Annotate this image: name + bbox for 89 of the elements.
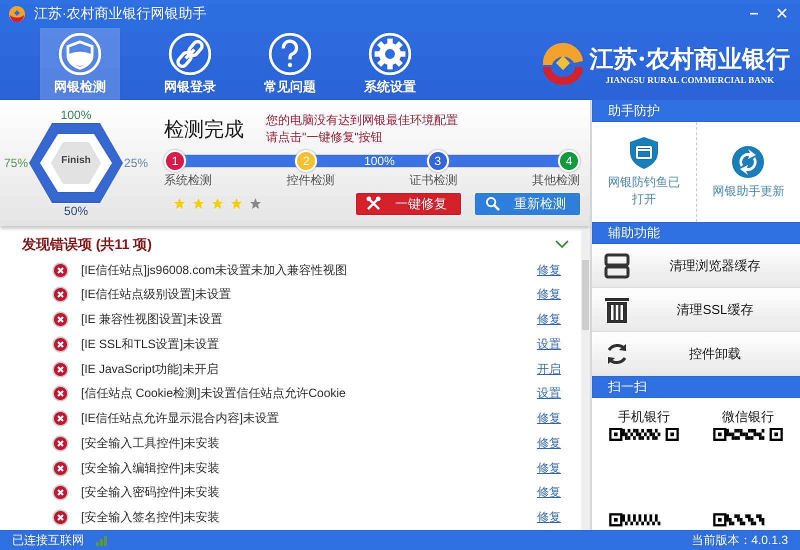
error-icon — [52, 484, 69, 502]
action-link[interactable]: 修复 — [537, 460, 561, 477]
error-icon — [52, 509, 69, 526]
trash-icon — [604, 296, 630, 324]
gauge-center-text: Finish — [60, 155, 92, 166]
step-number: 4 — [558, 150, 580, 172]
link-icon — [168, 32, 212, 76]
star-icon — [231, 198, 242, 209]
error-text: [安全输入工具控件]未安装 — [81, 434, 221, 452]
question-icon — [268, 32, 312, 76]
error-icon — [52, 410, 69, 428]
gauge-label: 100% — [60, 108, 92, 122]
step-label: 其他检测 — [532, 172, 580, 188]
error-text: [IE SSL和TLS设置]未设置 — [81, 336, 220, 353]
error-text: [信任站点 Cookie检测]未设置信任站点允许Cookie — [81, 385, 347, 402]
tools-icon — [366, 196, 381, 211]
gauge-label: 75% — [4, 156, 28, 170]
action-link[interactable]: 修复 — [537, 484, 561, 502]
progress-reading: 100% — [364, 154, 395, 168]
action-link[interactable]: 修复 — [537, 434, 561, 452]
connection-status: 已连接互联网 — [12, 532, 84, 548]
signal-icon — [96, 534, 110, 546]
action-link[interactable]: 修复 — [537, 286, 561, 304]
action-link[interactable]: 修复 — [537, 410, 561, 428]
error-text: [IE信任站点级别设置]未设置 — [81, 286, 232, 304]
shield-icon — [58, 32, 102, 76]
star-icon — [174, 198, 186, 209]
error-text: [安全输入签名控件]未安装 — [81, 509, 221, 526]
protection-tile[interactable]: 网银防钓鱼已打开 — [592, 122, 696, 222]
search-icon — [485, 196, 500, 211]
bank-name: 江苏·农村商业银行 — [590, 43, 790, 75]
scrollbar-thumb[interactable] — [582, 260, 589, 330]
action-link[interactable]: 修复 — [537, 262, 561, 279]
error-icon — [52, 286, 69, 304]
error-text: [安全输入密码控件]未安装 — [81, 484, 221, 502]
qr-label: 手机银行 — [618, 408, 670, 426]
error-list-title: 发现错误项 (共11 项) — [22, 236, 153, 254]
nav-tab[interactable]: 系统设置 — [340, 28, 440, 100]
star-icon — [212, 198, 224, 209]
qr-label: 微信银行 — [722, 408, 774, 426]
error-text: [IE JavaScript功能]未开启 — [81, 360, 220, 378]
error-text: [IE信任站点允许显示混合内容]未设置 — [81, 410, 280, 428]
detection-title: 检测完成 — [164, 118, 244, 142]
warning-text: 请点击"一键修复"按钮 — [266, 128, 384, 146]
action-link[interactable]: 修复 — [537, 311, 561, 328]
action-link[interactable]: 开启 — [537, 360, 561, 378]
section-header: 助手防护 — [592, 100, 800, 122]
refresh-icon — [731, 144, 766, 178]
step-label: 证书检测 — [409, 172, 458, 188]
action-link[interactable]: 设置 — [537, 385, 561, 402]
rescan-button[interactable]: 重新检测 — [475, 192, 580, 214]
gear-icon — [368, 32, 412, 76]
error-icon — [52, 311, 69, 328]
warning-text: 您的电脑没有达到网银最佳环境配置 — [266, 112, 458, 128]
error-icon — [52, 336, 69, 353]
repair-button[interactable]: 一键修复 — [356, 192, 461, 214]
step-number: 3 — [426, 150, 449, 172]
star-icon — [250, 198, 262, 209]
nav-tab[interactable]: 常见问题 — [240, 28, 340, 100]
section-header: 辅助功能 — [592, 222, 800, 244]
chevron-down-icon[interactable] — [555, 240, 569, 250]
nav-tab[interactable]: 网银登录 — [140, 28, 240, 100]
action-link[interactable]: 设置 — [537, 336, 561, 353]
gauge-label: 25% — [124, 156, 148, 170]
step-number: 2 — [295, 150, 318, 172]
step-number: 1 — [164, 150, 186, 172]
step-label: 系统检测 — [164, 172, 212, 188]
window-title: 江苏·农村商业银行网银助手 — [34, 5, 208, 23]
close-button[interactable]: ✕ — [772, 4, 792, 24]
gauge-label: 50% — [64, 204, 88, 218]
error-icon — [52, 262, 69, 279]
nav-tab[interactable]: 网银检测 — [40, 28, 120, 100]
error-text: [IE信任站点]js96008.com未设置未加入兼容性视图 — [81, 262, 348, 279]
error-text: [IE 兼容性视图设置]未设置 — [81, 311, 224, 328]
star-icon — [193, 198, 204, 209]
version-text: 当前版本：4.0.1.3 — [691, 532, 788, 548]
bank-logo-icon — [8, 5, 26, 23]
action-link[interactable]: 修复 — [537, 509, 561, 526]
bank-subtitle: JIANGSU RURAL COMMERCIAL BANK — [605, 75, 774, 85]
minimize-button[interactable]: – — [744, 5, 764, 23]
scrollbar[interactable] — [581, 230, 590, 530]
drive-icon — [604, 252, 630, 280]
section-header: 扫一扫 — [592, 376, 800, 398]
error-text: [安全输入编辑控件]未安装 — [81, 460, 221, 477]
error-icon — [52, 460, 69, 477]
error-icon — [52, 385, 69, 402]
step-label: 控件检测 — [286, 172, 335, 188]
error-icon — [52, 360, 69, 378]
error-icon — [52, 434, 69, 452]
